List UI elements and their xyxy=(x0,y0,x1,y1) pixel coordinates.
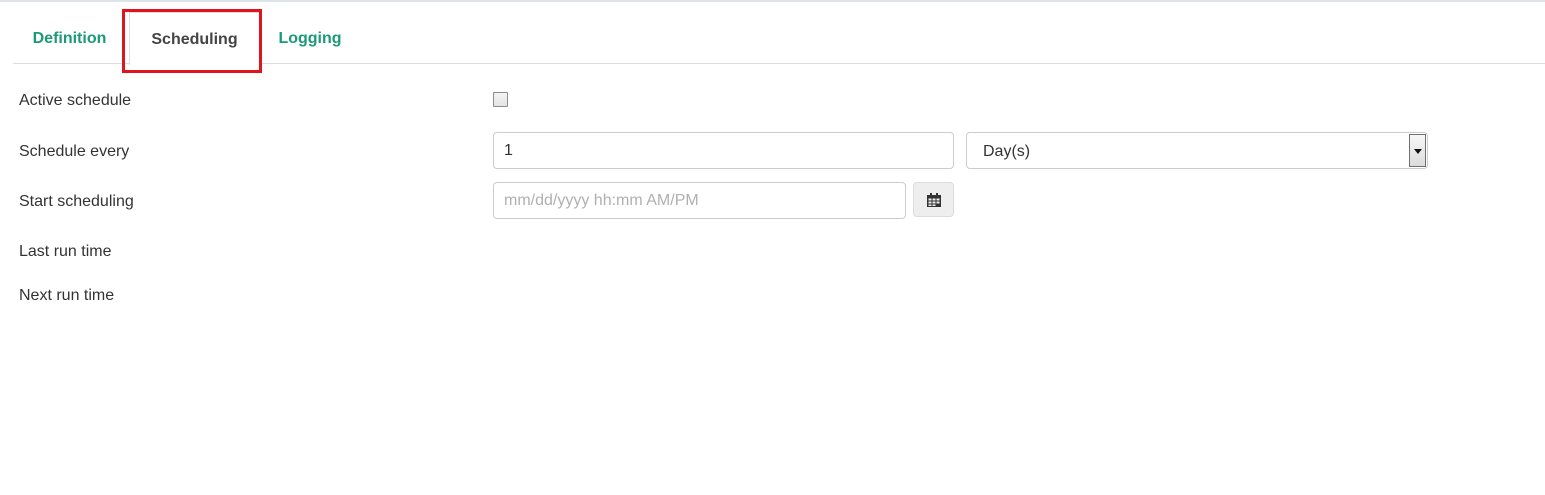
schedule-every-label: Schedule every xyxy=(19,143,130,160)
start-scheduling-label: Start scheduling xyxy=(19,193,134,210)
start-scheduling-input[interactable] xyxy=(493,182,906,219)
tab-logging[interactable]: Logging xyxy=(270,12,350,63)
active-schedule-label: Active schedule xyxy=(19,92,132,109)
calendar-icon xyxy=(927,193,941,207)
top-divider xyxy=(0,0,1545,2)
last-run-time-label: Last run time xyxy=(19,243,112,260)
active-schedule-checkbox[interactable] xyxy=(493,92,508,107)
next-run-time-label: Next run time xyxy=(19,287,115,304)
tab-bar: Definition Scheduling Logging xyxy=(13,12,1545,65)
tab-scheduling[interactable]: Scheduling xyxy=(129,12,260,65)
schedule-unit-value: Day(s) xyxy=(983,143,1031,160)
calendar-button[interactable] xyxy=(913,182,954,217)
schedule-every-input[interactable] xyxy=(493,132,954,169)
tab-definition[interactable]: Definition xyxy=(23,12,116,63)
chevron-down-icon[interactable] xyxy=(1409,134,1426,167)
schedule-unit-select[interactable]: Day(s) xyxy=(966,132,1428,169)
